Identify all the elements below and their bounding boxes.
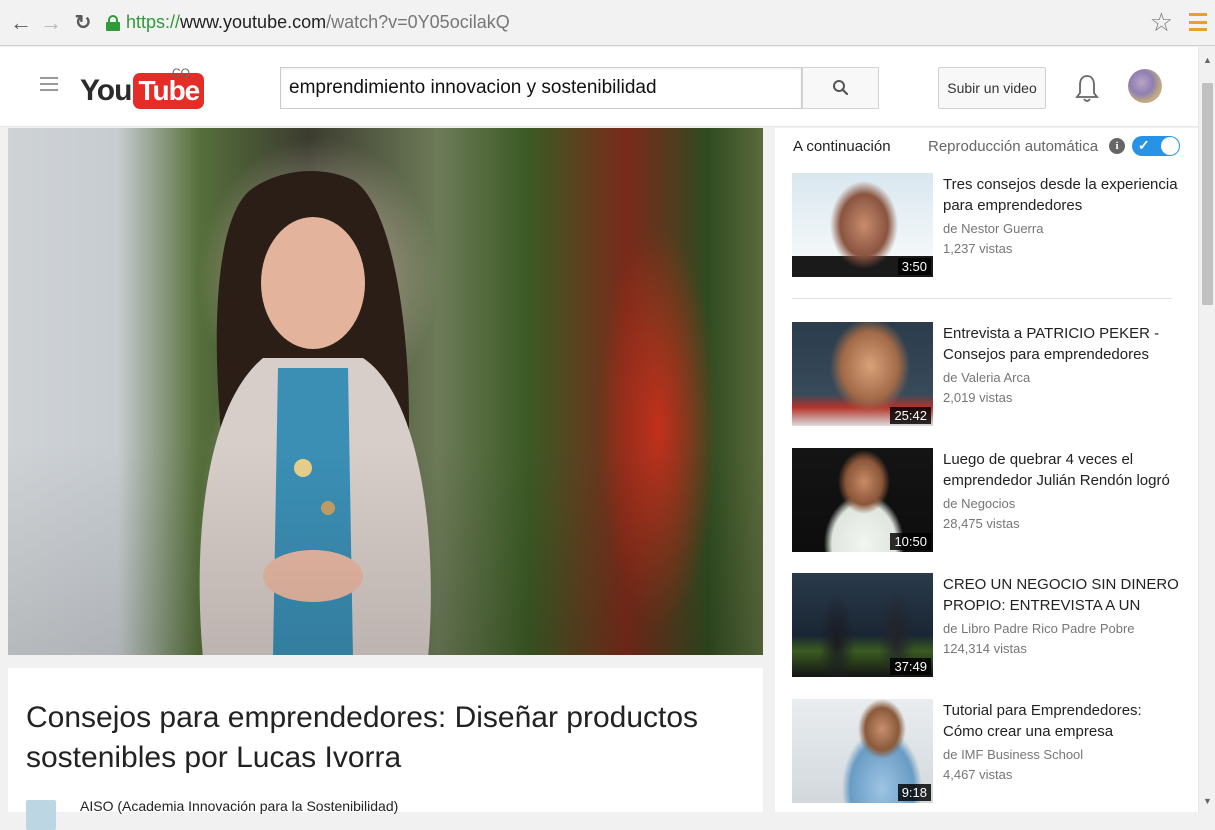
url-path: /watch?v=0Y05ocilakQ [326,12,510,32]
related-video-channel: de Valeria Arca [943,370,1031,385]
logo-tube-text: Tube [133,73,205,109]
search-input[interactable]: emprendimiento innovacion y sostenibilid… [280,67,802,109]
search-button[interactable] [802,67,879,109]
related-video-views: 124,314 vistas [943,641,1027,656]
hamburger-menu-icon[interactable] [1189,13,1207,31]
related-sidebar: A continuación Reproducción automática i… [775,128,1198,812]
autoplay-label: Reproducción automática [928,138,1099,155]
related-video-item[interactable]: 25:42 Entrevista a PATRICIO PEKER - Cons… [792,322,1182,426]
lock-icon [106,14,120,31]
related-video-title[interactable]: Tres consejos desde la experiencia para … [943,174,1183,216]
scrollbar-thumb[interactable] [1202,83,1213,305]
back-arrow-icon[interactable]: ← [8,10,34,36]
video-title: Consejos para emprendedores: Diseñar pro… [26,701,699,774]
related-video-title[interactable]: CREO UN NEGOCIO SIN DINERO PROPIO: ENTRE… [943,574,1183,616]
duration-badge: 25:42 [890,407,931,424]
related-video-channel: de IMF Business School [943,747,1084,762]
duration-badge: 9:18 [897,784,931,801]
forward-arrow-icon[interactable]: → [38,10,64,36]
info-icon[interactable]: i [1109,138,1125,154]
logo-you-text: You [80,74,132,107]
scroll-up-arrow-icon[interactable]: ▲ [1203,55,1212,65]
video-thumbnail[interactable]: 10:50 [792,448,933,552]
video-thumbnail[interactable]: 25:42 [792,322,933,426]
duration-badge: 37:49 [890,658,931,675]
channel-avatar[interactable] [26,800,56,830]
related-video-channel: de Nestor Guerra [943,221,1044,236]
reload-icon[interactable]: ↻ [70,10,96,36]
related-video-views: 2,019 vistas [943,390,1013,405]
search-icon [832,80,848,96]
related-video-channel: de Negocios [943,496,1016,511]
duration-badge: 3:50 [897,258,931,275]
page-scrollbar[interactable]: ▲ ▼ [1198,47,1215,812]
related-video-views: 1,237 vistas [943,241,1013,256]
star-icon[interactable]: ☆ [1150,9,1173,35]
related-video-views: 28,475 vistas [943,516,1020,531]
bell-icon[interactable] [1075,73,1099,105]
related-video-item[interactable]: 9:18 Tutorial para Emprendedores: Cómo c… [792,699,1182,803]
scroll-down-arrow-icon[interactable]: ▼ [1203,796,1212,806]
checkmark-icon: ✓ [1138,137,1150,153]
video-info-card: Consejos para emprendedores: Diseñar pro… [8,668,763,830]
address-bar[interactable]: https://www.youtube.com/watch?v=0Y05ocil… [106,8,1116,38]
avatar[interactable] [1128,69,1162,103]
upload-video-button[interactable]: Subir un video [938,67,1046,109]
up-next-divider [792,298,1172,299]
related-video-views: 4,467 vistas [943,767,1013,782]
related-video-title[interactable]: Luego de quebrar 4 veces el emprendedor … [943,449,1183,491]
url-host: www.youtube.com [180,12,327,32]
url-scheme: https:// [126,12,181,32]
site-header: You Tube CO emprendimiento innovacion y … [0,47,1198,127]
related-video-title[interactable]: Tutorial para Emprendedores: Cómo crear … [943,700,1183,742]
guide-menu-icon[interactable] [40,77,58,91]
video-player[interactable] [8,128,763,655]
browser-toolbar: ← → ↻ https://www.youtube.com/watch?v=0Y… [0,0,1215,46]
up-next-heading: A continuación [793,138,891,155]
related-video-item[interactable]: 10:50 Luego de quebrar 4 veces el empren… [792,448,1182,552]
duration-badge: 10:50 [890,533,931,550]
country-code: CO [172,66,190,80]
toggle-knob [1161,137,1179,155]
related-video-title[interactable]: Entrevista a PATRICIO PEKER - Consejos p… [943,323,1183,365]
related-video-item[interactable]: 37:49 CREO UN NEGOCIO SIN DINERO PROPIO:… [792,573,1182,677]
video-overlay [8,128,763,655]
video-thumbnail[interactable]: 9:18 [792,699,933,803]
related-video-item[interactable]: 3:50 Tres consejos desde la experiencia … [792,173,1182,277]
video-thumbnail[interactable]: 3:50 [792,173,933,277]
autoplay-toggle[interactable]: ✓ [1132,136,1180,156]
related-video-channel: de Libro Padre Rico Padre Pobre [943,621,1135,636]
video-thumbnail[interactable]: 37:49 [792,573,933,677]
